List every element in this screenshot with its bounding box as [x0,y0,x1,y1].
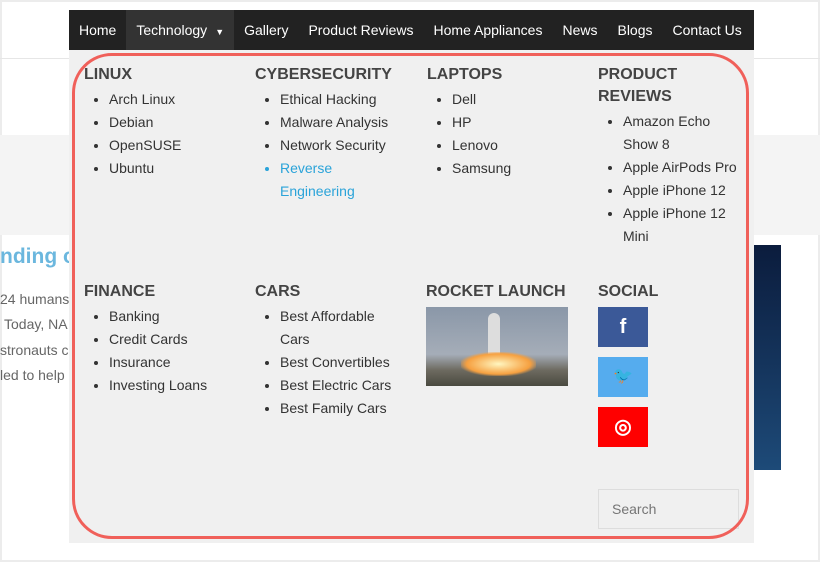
menu-column-social: SOCIAL f 🐦 ◎ [598,281,758,457]
menu-link[interactable]: Best Electric Cars [280,374,415,397]
column-heading: CYBERSECURITY [255,66,392,83]
mega-menu: LINUX Arch LinuxDebianOpenSUSEUbuntu CYB… [69,50,754,543]
article-title[interactable]: nding o [0,245,76,269]
menu-link[interactable]: Debian [109,111,244,134]
article-text: stronauts c [0,342,69,358]
menu-link[interactable]: Arch Linux [109,88,244,111]
menu-link[interactable]: Best Convertibles [280,351,415,374]
nav-contact-us[interactable]: Contact Us [663,10,752,50]
caret-down-icon: ▼ [215,27,225,37]
rocket-launch-image[interactable] [426,307,568,386]
menu-link[interactable]: Best Affordable Cars [280,305,390,351]
menu-column-cars: CARS Best Affordable CarsBest Convertibl… [255,281,415,420]
menu-link[interactable]: Credit Cards [109,328,244,351]
column-heading: PRODUCT REVIEWS [598,66,678,105]
nav-technology-label: Technology [136,22,208,38]
menu-link[interactable]: Samsung [452,157,587,180]
menu-column-product-reviews: PRODUCT REVIEWS Amazon Echo Show 8Apple … [598,64,748,248]
menu-link[interactable]: Lenovo [452,134,587,157]
menu-column-laptops: LAPTOPS DellHPLenovoSamsung [427,64,587,180]
menu-link[interactable]: OpenSUSE [109,134,244,157]
instagram-icon[interactable]: ◎ [598,407,648,447]
twitter-icon[interactable]: 🐦 [598,357,648,397]
facebook-icon[interactable]: f [598,307,648,347]
menu-link[interactable]: Insurance [109,351,244,374]
menu-link[interactable]: Apple iPhone 12 Mini [623,202,733,248]
menu-link[interactable]: Apple AirPods Pro [623,156,748,179]
nav-blogs[interactable]: Blogs [607,10,662,50]
menu-column-linux: LINUX Arch LinuxDebianOpenSUSEUbuntu [84,64,244,180]
nav-home[interactable]: Home [69,10,126,50]
menu-column-rocket-launch: ROCKET LAUNCH [426,281,586,386]
column-heading: LAPTOPS [427,66,503,83]
menu-link[interactable]: Dell [452,88,587,111]
menu-link[interactable]: HP [452,111,587,134]
menu-link[interactable]: Banking [109,305,244,328]
menu-link[interactable]: Malware Analysis [280,111,415,134]
column-heading: FINANCE [84,283,156,300]
menu-link[interactable]: Network Security [280,134,415,157]
nav-home-appliances[interactable]: Home Appliances [424,10,553,50]
nav-technology[interactable]: Technology ▼ [126,10,235,50]
column-heading: ROCKET LAUNCH [426,283,566,300]
menu-link[interactable]: Best Family Cars [280,397,415,420]
article-text: led to help [0,367,65,383]
menu-link[interactable]: Ethical Hacking [280,88,415,111]
search-input[interactable] [598,489,739,529]
article-text: 24 humans [0,291,70,307]
column-heading: SOCIAL [598,283,659,300]
menu-link[interactable]: Ubuntu [109,157,244,180]
menu-column-cybersecurity: CYBERSECURITY Ethical HackingMalware Ana… [255,64,415,203]
menu-column-finance: FINANCE BankingCredit CardsInsuranceInve… [84,281,244,397]
main-nav: Home Technology ▼ Gallery Product Reviews… [69,10,754,50]
menu-link[interactable]: Investing Loans [109,374,244,397]
nav-news[interactable]: News [552,10,607,50]
nav-gallery[interactable]: Gallery [234,10,298,50]
column-heading: CARS [255,283,301,300]
column-heading: LINUX [84,66,132,83]
article-text: Today, NA [4,316,68,332]
menu-link-active[interactable]: Reverse Engineering [280,157,380,203]
nav-product-reviews[interactable]: Product Reviews [298,10,423,50]
menu-link[interactable]: Apple iPhone 12 [623,179,748,202]
menu-link[interactable]: Amazon Echo Show 8 [623,110,723,156]
